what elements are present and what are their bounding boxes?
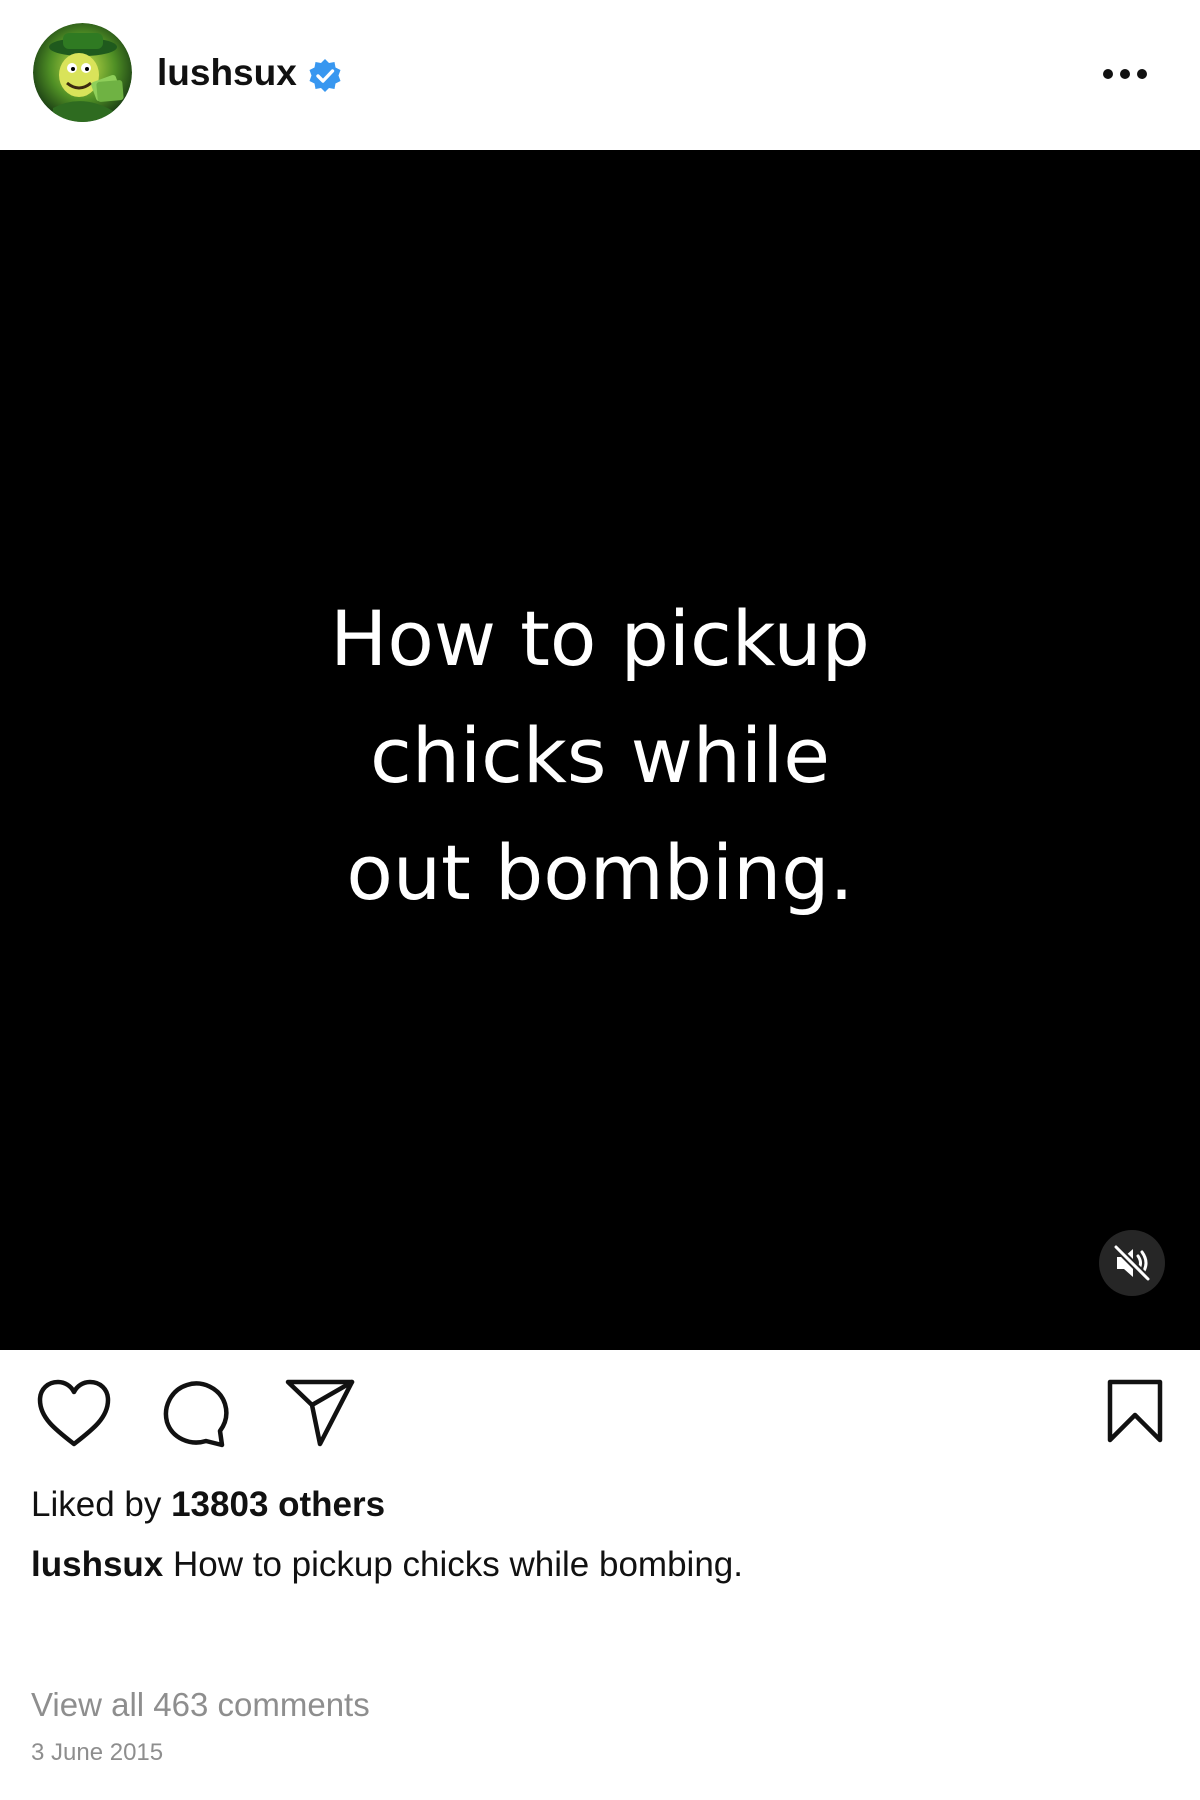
media-text: How to pickup chicks while out bombing. (0, 580, 1200, 931)
post-date: 3 June 2015 (31, 1739, 164, 1766)
likes-count: Liked by 13803 others (31, 1484, 385, 1526)
verified-badge-icon (307, 58, 343, 94)
caption-text: How to pickup chicks while bombing. (163, 1545, 743, 1584)
post-username[interactable]: lushsux (157, 51, 297, 95)
view-all-comments-link[interactable]: View all 463 comments (31, 1685, 370, 1725)
media-text-line: out bombing. (346, 828, 854, 917)
post-caption: lushsux How to pickup chicks while bombi… (31, 1544, 743, 1586)
more-horizontal-icon[interactable] (1100, 56, 1150, 92)
post-header: lushsux (0, 0, 1200, 150)
heart-icon[interactable] (36, 1378, 112, 1450)
likes-others-link[interactable]: 13803 others (171, 1485, 385, 1524)
speaker-muted-icon[interactable] (1099, 1230, 1165, 1296)
post-media-video[interactable]: How to pickup chicks while out bombing. (0, 150, 1200, 1350)
action-bar (0, 1350, 1200, 1470)
paper-plane-icon[interactable] (284, 1378, 356, 1448)
comment-bubble-icon[interactable] (160, 1378, 230, 1448)
caption-username[interactable]: lushsux (31, 1545, 163, 1584)
bookmark-icon[interactable] (1106, 1378, 1164, 1444)
media-text-line: How to pickup (330, 594, 870, 683)
media-text-line: chicks while (370, 711, 830, 800)
likes-prefix: Liked by (31, 1485, 172, 1524)
avatar[interactable] (33, 23, 132, 122)
